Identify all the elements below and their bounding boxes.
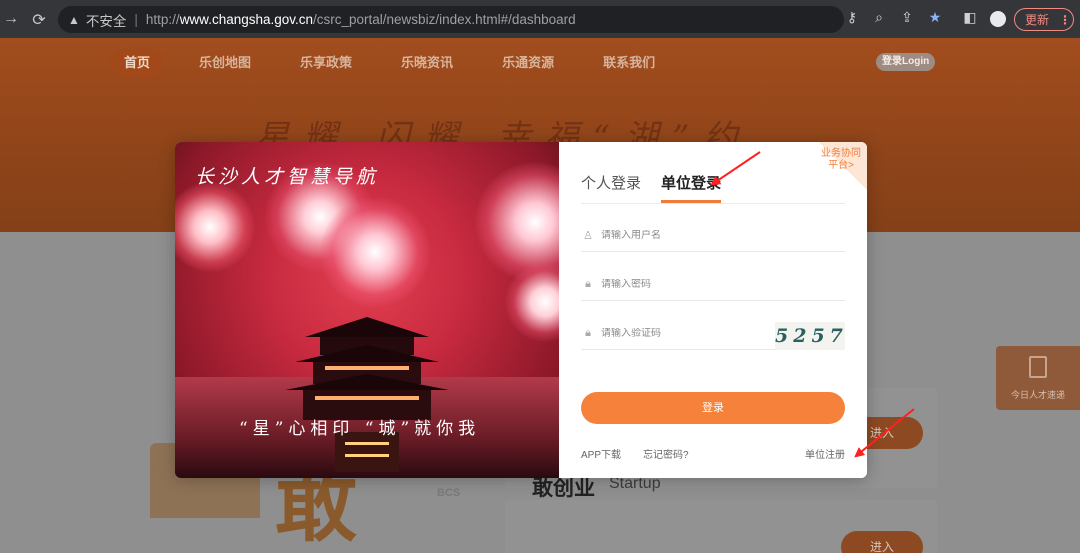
unit-register-link[interactable]: 单位注册 [805,446,845,461]
menu-kebab-icon[interactable]: ⋮ [1059,13,1071,27]
login-submit-button[interactable]: 登录 [581,392,845,424]
warning-icon: ▲ [68,12,80,27]
bcs-logo: BCS [437,487,461,499]
app-download-link[interactable]: APP下载 [581,446,621,461]
nav-item-map[interactable]: 乐创地图 [185,49,265,77]
captcha-field: 🔒︎ 5257 [581,318,845,350]
tab-personal-login[interactable]: 个人登录 [581,172,641,203]
user-icon: ♙ [583,230,593,242]
collaboration-platform-link[interactable]: 业务协同平台> [819,148,863,172]
share-icon[interactable]: ⇪ [897,9,917,26]
lock-icon: 🔒︎ [585,327,591,339]
side-panel-icon[interactable]: ◧ [960,9,980,26]
zoom-icon[interactable]: ⌕ [869,9,889,26]
username-input[interactable] [601,230,761,241]
top-navigation: 首页 乐创地图 乐享政策 乐晓资讯 乐通资源 联系我们 [110,49,690,77]
captcha-input[interactable] [601,328,761,339]
password-input[interactable] [601,279,761,290]
login-form-panel: 业务协同平台> 个人登录 单位登录 ♙ 🔒︎ 🔒︎ 5257 登录 A [559,142,867,478]
captcha-image[interactable]: 5257 [775,322,845,350]
reload-icon[interactable]: ⟳ [28,10,50,30]
url-path: /csrc_portal/newsbiz/index.html#/dashboa… [313,12,576,27]
nav-item-policy[interactable]: 乐享政策 [286,49,366,77]
username-field: ♙ [581,220,845,252]
tabs-divider [581,203,845,204]
address-separator: | [134,12,138,27]
login-modal: 长沙人才智慧导航 “星”心相印 “城”就你我 业务协同平台> 个人登录 单位登录… [175,142,867,478]
browser-toolbar: → ⟳ ▲ 不安全 | http:// www.changsha.gov.cn … [0,0,1080,38]
key-icon[interactable]: ⚷ [842,9,862,26]
bookmark-star-icon[interactable]: ★ [925,9,945,26]
nav-item-news[interactable]: 乐晓资讯 [387,49,467,77]
page-content: 首页 乐创地图 乐享政策 乐晓资讯 乐通资源 联系我们 登录Login 星耀 闪… [0,38,1080,553]
promo-title: 长沙人才智慧导航 [195,166,380,188]
talent-express-widget[interactable]: 今日人才速递 [996,346,1080,410]
update-button[interactable]: 更新 ⋮ [1014,8,1074,31]
forward-icon[interactable]: → [0,10,22,28]
nav-item-contact[interactable]: 联系我们 [589,49,669,77]
profile-avatar[interactable] [990,11,1006,27]
lock-icon: 🔒︎ [585,278,591,290]
login-chip-button[interactable]: 登录Login [876,53,936,71]
nav-item-home[interactable]: 首页 [110,49,165,77]
promo-slogan: “星”心相印 “城”就你我 [239,419,481,439]
insecure-label: 不安全 [85,13,127,29]
document-icon [1029,356,1047,378]
nav-item-resources[interactable]: 乐通资源 [488,49,568,77]
url-host: www.changsha.gov.cn [179,12,314,27]
password-field: 🔒︎ [581,269,845,301]
update-label: 更新 [1025,13,1050,27]
address-bar[interactable]: ▲ 不安全 | http:// www.changsha.gov.cn /csr… [58,6,844,33]
forgot-password-link[interactable]: 忘记密码? [643,446,689,461]
enter-button-startup[interactable]: 进入 [841,531,923,553]
promo-image: 长沙人才智慧导航 “星”心相印 “城”就你我 [175,142,559,478]
url-protocol: http:// [145,12,180,27]
talent-express-label: 今日人才速递 [1010,390,1065,400]
login-tabs: 个人登录 单位登录 [581,172,741,203]
